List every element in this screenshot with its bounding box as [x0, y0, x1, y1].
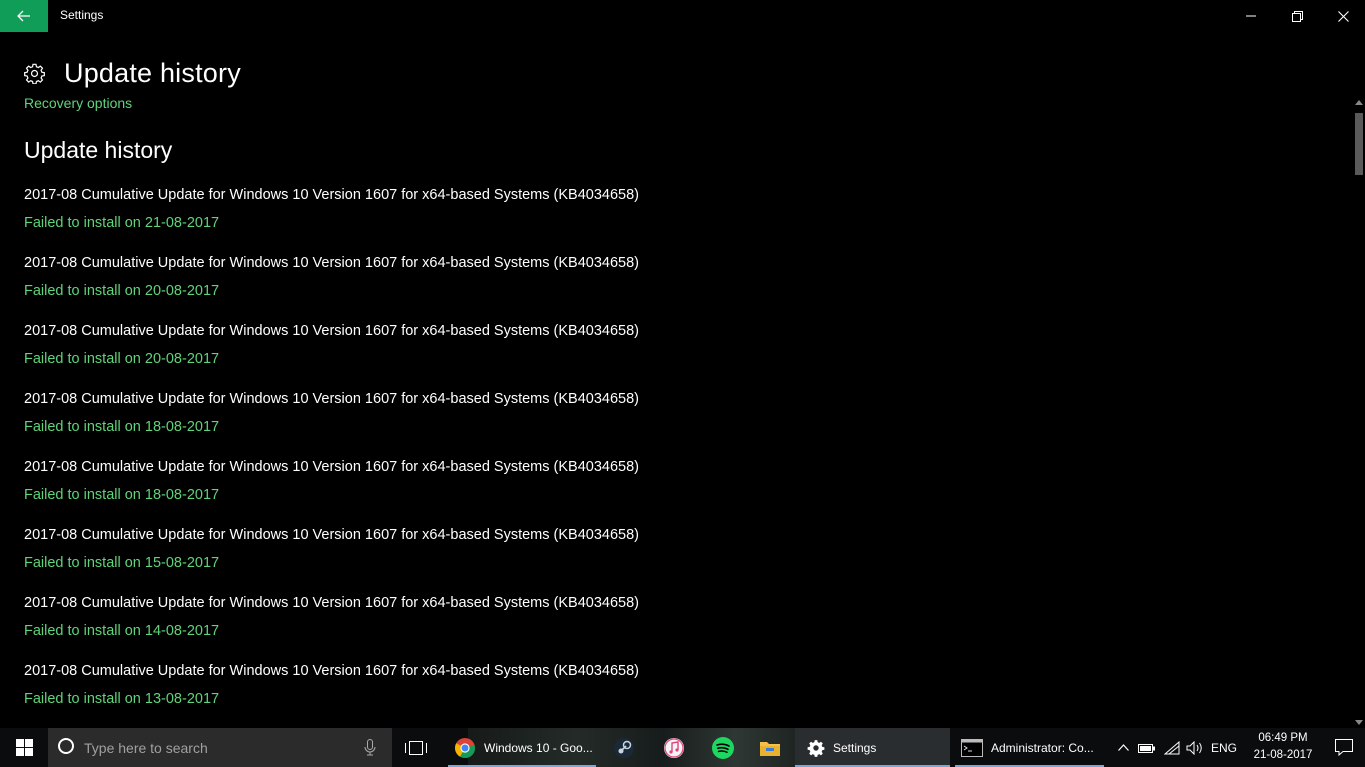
taskbar-app-cmd[interactable]: Administrator: Co... [955, 728, 1104, 767]
windows-logo-icon [15, 739, 33, 756]
update-name-link[interactable]: 2017-08 Cumulative Update for Windows 10… [24, 390, 724, 418]
wifi-icon [1164, 740, 1180, 754]
taskbar-search-box[interactable]: Type here to search [48, 728, 392, 767]
update-status: Failed to install on 15-08-2017 [24, 555, 220, 571]
taskbar-app-label: Windows 10 - Goo... [484, 740, 593, 755]
scroll-up-button[interactable] [1353, 96, 1365, 108]
list-item: 2017-08 Cumulative Update for Windows 10… [24, 662, 724, 730]
update-name-link[interactable]: 2017-08 Cumulative Update for Windows 10… [24, 458, 724, 486]
restore-button[interactable] [1274, 0, 1320, 32]
back-arrow-icon [17, 10, 30, 22]
page-title: Update history [64, 57, 241, 88]
chrome-icon [455, 737, 476, 758]
minimize-button[interactable] [1228, 0, 1274, 32]
app-title: Settings [60, 8, 104, 22]
update-status: Failed to install on 14-08-2017 [24, 623, 220, 639]
microphone-icon[interactable] [364, 739, 376, 756]
show-hidden-icons-button[interactable] [1114, 728, 1132, 767]
input-language-button[interactable]: ENG [1208, 728, 1240, 767]
update-status: Failed to install on 18-08-2017 [24, 419, 220, 435]
network-tray-button[interactable] [1161, 728, 1183, 767]
list-item: 2017-08 Cumulative Update for Windows 10… [24, 254, 724, 322]
list-item: 2017-08 Cumulative Update for Windows 10… [24, 186, 724, 254]
update-status: Failed to install on 18-08-2017 [24, 487, 220, 503]
update-status: Failed to install on 21-08-2017 [24, 215, 220, 231]
chevron-up-icon [1117, 744, 1129, 751]
start-button[interactable] [0, 728, 48, 767]
taskbar-app-spotify[interactable] [701, 728, 745, 767]
taskbar-app-chrome[interactable]: Windows 10 - Goo... [448, 728, 596, 767]
recovery-options-link[interactable]: Recovery options [24, 95, 132, 111]
list-item: 2017-08 Cumulative Update for Windows 10… [24, 390, 724, 458]
taskbar: Type here to search Windows 10 - Goo... [0, 728, 1365, 767]
update-name-link[interactable]: 2017-08 Cumulative Update for Windows 10… [24, 322, 724, 350]
itunes-icon [664, 737, 684, 758]
scroll-thumb[interactable] [1355, 113, 1363, 175]
volume-icon [1186, 740, 1202, 755]
taskbar-app-settings[interactable]: Settings [795, 728, 950, 767]
action-center-icon [1334, 739, 1353, 756]
close-icon [1337, 10, 1349, 22]
taskbar-app-itunes[interactable] [652, 728, 696, 767]
scroll-down-arrow-icon [1355, 719, 1363, 725]
minimize-icon [1246, 15, 1256, 17]
file-explorer-icon [760, 741, 780, 756]
scroll-up-arrow-icon [1355, 99, 1363, 105]
battery-icon [1138, 743, 1155, 753]
list-item: 2017-08 Cumulative Update for Windows 10… [24, 594, 724, 662]
update-name-link[interactable]: 2017-08 Cumulative Update for Windows 10… [24, 526, 724, 554]
update-status: Failed to install on 20-08-2017 [24, 351, 220, 367]
clock-date: 21-08-2017 [1253, 749, 1313, 761]
settings-gear-icon [807, 739, 825, 757]
scroll-down-button[interactable] [1353, 716, 1365, 728]
title-bar: Settings [0, 0, 1365, 32]
battery-tray-button[interactable] [1136, 728, 1158, 767]
taskbar-clock[interactable]: 06:49 PM 21-08-2017 [1244, 730, 1322, 764]
list-item: 2017-08 Cumulative Update for Windows 10… [24, 458, 724, 526]
spotify-icon [712, 736, 734, 759]
list-item: 2017-08 Cumulative Update for Windows 10… [24, 526, 724, 594]
gear-icon [24, 63, 45, 84]
cortana-icon [58, 738, 74, 754]
volume-tray-button[interactable] [1184, 728, 1206, 767]
taskbar-app-steam[interactable] [604, 728, 644, 767]
taskbar-app-label: Settings [833, 740, 877, 755]
update-status: Failed to install on 13-08-2017 [24, 691, 220, 707]
page-header: Update history [24, 55, 241, 91]
action-center-button[interactable] [1322, 728, 1365, 767]
task-view-button[interactable] [398, 728, 434, 767]
update-history-list: 2017-08 Cumulative Update for Windows 10… [24, 186, 724, 730]
close-button[interactable] [1320, 0, 1365, 32]
steam-icon [614, 737, 634, 758]
maximize-icon [1291, 10, 1303, 22]
clock-time: 06:49 PM [1258, 732, 1308, 744]
section-title: Update history [24, 137, 173, 163]
back-button[interactable] [0, 0, 48, 32]
update-name-link[interactable]: 2017-08 Cumulative Update for Windows 10… [24, 594, 724, 622]
search-placeholder: Type here to search [84, 740, 208, 756]
list-item: 2017-08 Cumulative Update for Windows 10… [24, 322, 724, 390]
taskbar-app-label: Administrator: Co... [991, 740, 1094, 755]
update-status: Failed to install on 20-08-2017 [24, 283, 220, 299]
task-view-icon [405, 740, 427, 755]
cmd-icon [961, 738, 983, 757]
update-name-link[interactable]: 2017-08 Cumulative Update for Windows 10… [24, 254, 724, 282]
vertical-scrollbar[interactable] [1353, 96, 1365, 728]
update-name-link[interactable]: 2017-08 Cumulative Update for Windows 10… [24, 186, 724, 214]
update-name-link[interactable]: 2017-08 Cumulative Update for Windows 10… [24, 662, 724, 690]
taskbar-app-file-explorer[interactable] [748, 728, 792, 767]
